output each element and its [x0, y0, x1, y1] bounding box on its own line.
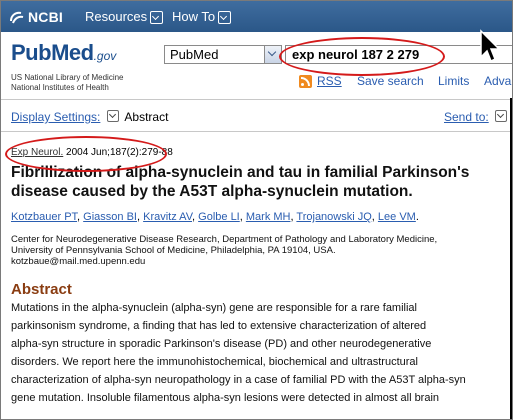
send-to-menu[interactable]: Send to: — [444, 109, 510, 124]
ncbi-top-bar: NCBI Resources How To — [1, 1, 512, 32]
chevron-down-icon[interactable] — [106, 110, 119, 122]
author-link[interactable]: Trojanowski JQ — [296, 211, 371, 223]
scrollbar-edge — [510, 98, 512, 419]
logo-gov: .gov — [93, 49, 117, 63]
abstract-line: gene mutation. Insoluble filamentous alp… — [11, 392, 440, 404]
abstract-line: disorders. We report here the immunohist… — [11, 356, 418, 368]
resources-label: Resources — [85, 9, 148, 24]
citation: Exp Neurol. 2004 Jun;187(2):279-88 — [11, 147, 173, 158]
author-link[interactable]: Kravitz AV — [143, 211, 192, 223]
database-selected: PubMed — [170, 47, 219, 62]
nlm-line1: US National Library of Medicine — [11, 73, 124, 82]
header-divider — [1, 99, 512, 100]
resources-menu[interactable]: Resources — [85, 9, 164, 24]
chevron-down-icon — [264, 46, 281, 63]
chevron-down-icon — [150, 11, 164, 24]
save-search-link[interactable]: Save search — [357, 74, 424, 88]
abstract-line: characterization of alpha-syn neuropatho… — [11, 374, 466, 386]
chevron-down-icon — [495, 110, 508, 122]
author-email: kotzbaue@mail.med.upenn.edu — [11, 256, 146, 267]
abstract-line: parkinsonism syndrome, a finding that ha… — [11, 320, 427, 332]
abstract-line: Mutations in the alpha-synuclein (alpha-… — [11, 302, 417, 314]
abstract-line: alpha-syn structure in sporadic Parkinso… — [11, 338, 432, 350]
nlm-caption: US National Library of Medicine National… — [11, 73, 124, 93]
ncbi-logo-icon — [10, 11, 24, 23]
nlm-line2: National Institutes of Health — [11, 83, 109, 92]
author-link[interactable]: Lee VM — [378, 211, 416, 223]
affiliation-line: Center for Neurodegenerative Disease Res… — [11, 234, 438, 245]
pubmed-header: PubMed.gov US National Library of Medici… — [1, 32, 512, 98]
browser-page: NCBI Resources How To PubMed.gov US Nati… — [0, 0, 513, 420]
limits-link[interactable]: Limits — [438, 74, 469, 88]
affiliation-line: University of Pennsylvania School of Med… — [11, 245, 336, 256]
article-title: Fibrillization of alpha-synuclein and ta… — [11, 164, 470, 200]
ncbi-logo[interactable]: NCBI — [9, 8, 63, 25]
abstract-heading: Abstract — [11, 281, 72, 298]
logo-med: Med — [51, 40, 94, 65]
author-list: Kotzbauer PT, Giasson BI, Kravitz AV, Go… — [11, 211, 419, 223]
author-link[interactable]: Giasson BI — [83, 211, 137, 223]
pubmed-logo[interactable]: PubMed.gov — [11, 40, 116, 66]
send-to-link[interactable]: Send to: — [444, 110, 489, 124]
citation-details: 2004 Jun;187(2):279-88 — [63, 147, 173, 158]
author-link[interactable]: Mark MH — [246, 211, 291, 223]
logo-pub: Pub — [11, 40, 52, 65]
rss-icon — [299, 75, 312, 88]
display-settings-link[interactable]: Display Settings: — [11, 110, 100, 124]
ncbi-logo-text: NCBI — [28, 8, 64, 25]
display-format: Abstract — [124, 110, 169, 124]
journal-link[interactable]: Exp Neurol. — [11, 147, 63, 158]
abstract-text: Mutations in the alpha-synuclein (alpha-… — [11, 299, 506, 407]
affiliation: Center for Neurodegenerative Disease Res… — [11, 234, 506, 267]
chevron-down-icon — [218, 11, 232, 24]
rss-link[interactable]: RSS — [317, 74, 342, 88]
author-link[interactable]: Kotzbauer PT — [11, 211, 77, 223]
howto-menu[interactable]: How To — [172, 9, 232, 24]
settings-divider — [1, 131, 512, 132]
advanced-link[interactable]: Adva — [484, 74, 511, 88]
howto-label: How To — [172, 9, 216, 24]
author-link[interactable]: Golbe LI — [198, 211, 240, 223]
display-settings-row: Display Settings: Abstract — [11, 109, 168, 124]
mouse-cursor-icon — [480, 29, 501, 63]
database-select[interactable]: PubMed — [164, 45, 282, 64]
